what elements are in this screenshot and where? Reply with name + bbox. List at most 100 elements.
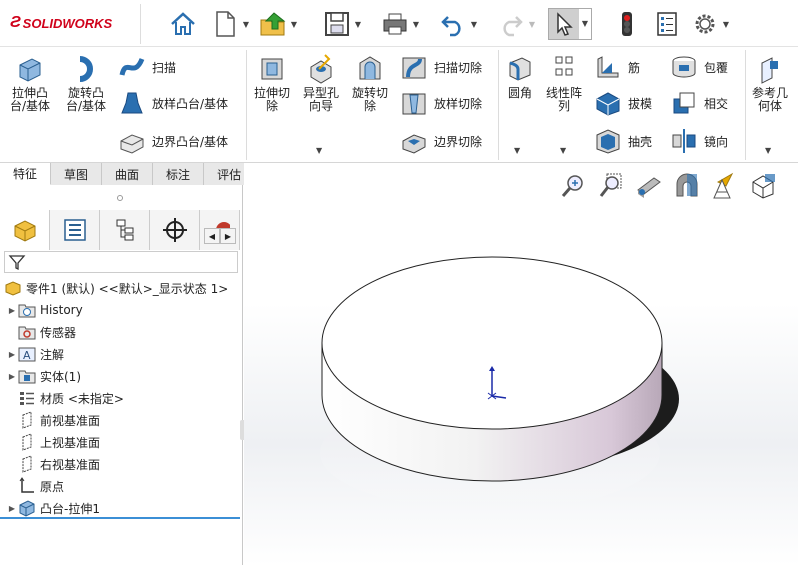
expand-arrow-icon[interactable]: ▶: [6, 306, 18, 315]
panel-grip-handle[interactable]: [117, 195, 123, 201]
title-bar: Ƨ SOLIDWORKS ▼ ▼ ▼ ▼ ▼ ▼ ▼ ▼: [0, 0, 798, 47]
intersect-button[interactable]: 相交: [670, 89, 728, 117]
tree-item-top-plane[interactable]: 上视基准面: [0, 431, 240, 453]
draft-button[interactable]: 拔模: [594, 89, 652, 117]
intersect-icon: [673, 92, 695, 114]
chevron-down-icon[interactable]: ▼: [352, 20, 364, 29]
chevron-down-icon[interactable]: ▼: [526, 20, 538, 29]
redo-icon: [496, 9, 526, 39]
boundary-cut-button[interactable]: 边界切除: [400, 127, 482, 155]
revolved-cut-icon: [359, 56, 381, 80]
tree-item-origin[interactable]: 原点: [0, 475, 240, 497]
boundary-cut-icon: [402, 134, 426, 154]
tree-item-sensors[interactable]: 传感器: [0, 321, 240, 343]
tab-markup[interactable]: 标注: [153, 163, 205, 185]
redo-button[interactable]: ▼: [496, 8, 538, 40]
dimxpert-crosshair-icon: [162, 218, 187, 242]
expand-arrow-icon[interactable]: ▶: [6, 372, 18, 381]
reference-geometry-button[interactable]: 参考几 何体: [748, 53, 792, 113]
home-button[interactable]: [168, 8, 198, 40]
expand-arrow-icon[interactable]: ▶: [6, 350, 18, 359]
lofted-cut-icon: [402, 93, 426, 115]
configuration-manager-tab[interactable]: [100, 210, 150, 250]
chevron-down-icon[interactable]: ▼: [765, 146, 771, 155]
feature-tree: 零件1 (默认) <<默认>_显示状态 1> ▶ History 传感器 ▶ A…: [0, 277, 240, 519]
print-button[interactable]: ▼: [380, 8, 422, 40]
history-folder-icon: [18, 301, 36, 319]
mirror-button[interactable]: 镜向: [670, 127, 728, 155]
lofted-cut-button[interactable]: 放样切除: [400, 89, 482, 117]
tree-item-material[interactable]: 材质 <未指定>: [0, 387, 240, 409]
scroll-left-button[interactable]: ◀: [204, 228, 220, 244]
shell-icon: [596, 129, 620, 154]
solid-bodies-icon: [18, 367, 36, 385]
tree-item-front-plane[interactable]: 前视基准面: [0, 409, 240, 431]
revolved-boss-button[interactable]: 旋转凸 台/基体: [62, 53, 110, 113]
divider: [745, 50, 746, 160]
property-manager-tab[interactable]: [50, 210, 100, 250]
wrap-button[interactable]: 包覆: [670, 53, 728, 81]
select-pointer-icon: [549, 9, 579, 39]
command-tabs: 特征 草图 曲面 标注 评估: [0, 163, 280, 185]
scroll-right-button[interactable]: ▶: [220, 228, 236, 244]
save-button[interactable]: ▼: [322, 8, 364, 40]
linear-pattern-icon: [555, 56, 573, 76]
tab-surfaces[interactable]: 曲面: [102, 163, 154, 185]
swept-boss-button[interactable]: 扫描: [118, 53, 176, 81]
open-folder-icon: [258, 9, 288, 39]
hole-wizard-button[interactable]: 异型孔 向导: [298, 53, 344, 113]
extruded-cut-button[interactable]: 拉伸切 除: [250, 53, 294, 113]
rib-icon: [597, 56, 619, 78]
graphics-area[interactable]: [244, 163, 798, 565]
tab-features[interactable]: 特征: [0, 163, 52, 185]
chevron-down-icon[interactable]: ▼: [316, 146, 322, 155]
dimxpert-manager-tab[interactable]: [150, 210, 200, 250]
chevron-down-icon[interactable]: ▼: [560, 146, 566, 155]
open-button[interactable]: ▼: [258, 8, 300, 40]
expand-arrow-icon[interactable]: ▶: [6, 504, 18, 513]
tab-sketch[interactable]: 草图: [51, 163, 103, 185]
boundary-boss-button[interactable]: 边界凸台/基体: [118, 127, 228, 155]
extruded-cut-icon: [261, 58, 283, 80]
tree-item-history[interactable]: ▶ History: [0, 299, 240, 321]
solidworks-logo[interactable]: Ƨ SOLIDWORKS: [10, 13, 112, 33]
rib-button[interactable]: 筋: [594, 53, 640, 81]
linear-pattern-button[interactable]: 线性阵 列: [542, 53, 586, 113]
model-cylinder[interactable]: [244, 163, 798, 565]
reference-geometry-icon: [761, 57, 778, 84]
chevron-down-icon[interactable]: ▼: [240, 20, 252, 29]
select-button[interactable]: ▼: [548, 8, 592, 40]
file-properties-button[interactable]: [652, 8, 682, 40]
tree-item-solid-bodies[interactable]: ▶ 实体(1): [0, 365, 240, 387]
shell-button[interactable]: 抽壳: [594, 127, 652, 155]
revolved-boss-icon: [79, 56, 93, 82]
undo-button[interactable]: ▼: [438, 8, 480, 40]
command-manager-ribbon: 拉伸凸 台/基体 旋转凸 台/基体 扫描 放样凸台/基体 边界凸台/基体 拉伸切…: [0, 47, 798, 163]
extruded-boss-button[interactable]: 拉伸凸 台/基体: [8, 53, 52, 113]
chevron-down-icon[interactable]: ▼: [468, 20, 480, 29]
options-button[interactable]: ▼: [690, 8, 732, 40]
tree-item-boss-extrude1[interactable]: ▶ 凸台-拉伸1: [0, 497, 240, 519]
new-document-button[interactable]: ▼: [210, 8, 252, 40]
rollback-bar[interactable]: [0, 517, 240, 519]
part-icon: [4, 279, 22, 297]
file-properties-icon: [652, 9, 682, 39]
chevron-down-icon[interactable]: ▼: [579, 9, 591, 39]
swept-cut-icon: [402, 57, 426, 79]
rebuild-button[interactable]: [612, 8, 642, 40]
chevron-down-icon[interactable]: ▼: [288, 20, 300, 29]
divider: [140, 4, 141, 44]
brand-name: SOLIDWORKS: [22, 15, 113, 31]
chevron-down-icon[interactable]: ▼: [720, 20, 732, 29]
chevron-down-icon[interactable]: ▼: [514, 146, 520, 155]
tree-item-right-plane[interactable]: 右视基准面: [0, 453, 240, 475]
tree-root-part[interactable]: 零件1 (默认) <<默认>_显示状态 1>: [0, 277, 240, 299]
swept-cut-button[interactable]: 扫描切除: [400, 53, 482, 81]
feature-manager-tab[interactable]: [0, 210, 50, 250]
lofted-boss-button[interactable]: 放样凸台/基体: [118, 89, 228, 117]
revolved-cut-button[interactable]: 旋转切 除: [348, 53, 392, 113]
tree-filter-input[interactable]: [4, 251, 238, 273]
tree-item-annotations[interactable]: ▶ A 注解: [0, 343, 240, 365]
chevron-down-icon[interactable]: ▼: [410, 20, 422, 29]
fillet-button[interactable]: 圆角: [502, 53, 538, 100]
